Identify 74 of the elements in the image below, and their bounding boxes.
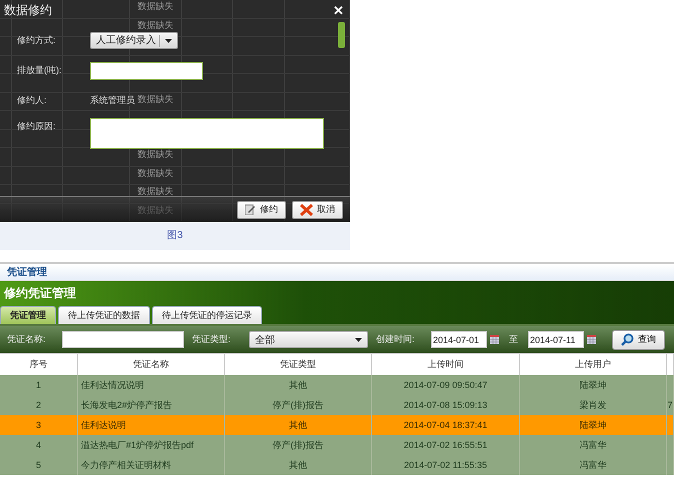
field-label: 排放量(吨): — [17, 64, 62, 76]
table-cell: 长海发电2#炉停产报告 — [78, 395, 225, 415]
table-cell: 2014-07-02 16:55:51 — [372, 435, 520, 455]
tab[interactable]: 待上传凭证的停运记录 — [152, 306, 262, 324]
table-cell: 4 — [0, 435, 78, 455]
tab[interactable]: 待上传凭证的数据 — [58, 306, 150, 324]
table-cell: 冯富华 — [520, 455, 667, 475]
close-button[interactable]: ✕ — [333, 2, 344, 18]
caret-icon — [165, 38, 172, 42]
panel-title: 修约凭证管理 — [4, 285, 76, 302]
table-cell: 数据缺失 — [138, 168, 174, 178]
field-label: 创建时间: — [376, 333, 416, 346]
tab[interactable]: 凭证管理 — [0, 306, 56, 324]
table-cell: 其他 — [225, 375, 372, 395]
table-cell: 陆翠坤 — [520, 375, 667, 395]
table-cell: 2014-07-08 15:09:13 — [372, 395, 520, 415]
field-label: 修约方式: — [17, 34, 57, 46]
table-cell: 冯富华 — [520, 435, 667, 455]
table-cell: 佳利达说明 — [78, 415, 225, 435]
table-cell: 2014-07-09 09:50:47 — [372, 375, 520, 395]
table-cell: 3 — [0, 415, 78, 435]
table-cell: 数据缺失 — [138, 94, 174, 104]
table-cell: 2014-07-02 11:55:35 — [372, 455, 520, 475]
column-header: 凭证名称 — [78, 353, 225, 375]
field-label: 凭证名称: — [7, 333, 47, 346]
input-field[interactable] — [90, 62, 203, 80]
calendar-icon[interactable] — [490, 335, 499, 344]
column-header: 序号 — [0, 353, 78, 375]
breadcrumb: 凭证管理 — [7, 266, 47, 279]
close-icon — [300, 204, 313, 216]
calendar-icon[interactable] — [587, 335, 596, 344]
table-cell: 数据缺失 — [138, 20, 174, 30]
table-cell: 其他 — [225, 455, 372, 475]
table-cell: 数据缺失 — [138, 186, 174, 196]
dialog-title: 数据修约 — [4, 2, 52, 18]
caret-icon — [355, 338, 362, 342]
table-cell: 数据缺失 — [138, 1, 174, 11]
table-cell: 溢达热电厂#1炉停炉报告pdf — [78, 435, 225, 455]
search-icon — [621, 333, 634, 346]
type-select[interactable]: 全部 — [249, 331, 368, 348]
table-cell: 1 — [0, 375, 78, 395]
table-cell: 今力停产相关证明材料 — [78, 455, 225, 475]
range-label: 至 — [509, 333, 519, 346]
table-cell: 7 — [667, 395, 674, 415]
table-cell: 数据缺失 — [138, 149, 174, 159]
table-cell — [667, 375, 674, 395]
date-field[interactable]: 2014-07-11 — [528, 331, 584, 348]
table-cell: 其他 — [225, 415, 372, 435]
table-cell: 2014-07-04 18:37:41 — [372, 415, 520, 435]
column-header — [667, 353, 674, 375]
date-field[interactable]: 2014-07-01 — [431, 331, 487, 348]
scrollbar-thumb[interactable] — [338, 22, 345, 48]
table-cell: 2 — [0, 395, 78, 415]
column-header: 上传时间 — [372, 353, 520, 375]
operator-name: 系统管理员 — [90, 95, 135, 106]
edit-button[interactable]: 修约 — [237, 200, 286, 218]
table-cell: 5 — [0, 455, 78, 475]
field-label: 修约原因: — [17, 120, 57, 132]
reason-field[interactable] — [90, 118, 324, 149]
column-header: 凭证类型 — [225, 353, 372, 375]
table-cell: 陆翠坤 — [520, 415, 667, 435]
method-select[interactable]: 人工修约录入 — [90, 32, 178, 49]
column-header: 上传用户 — [520, 353, 667, 375]
pencil-icon — [245, 204, 256, 215]
search-button[interactable]: 查询 — [612, 330, 665, 350]
table-cell: 停产(排)报告 — [225, 395, 372, 415]
field-label: 凭证类型: — [192, 333, 232, 346]
cancel-button[interactable]: 取消 — [292, 200, 343, 218]
table-cell: 梁肖发 — [520, 395, 667, 415]
name-field[interactable] — [62, 331, 184, 348]
figure-caption: 图3 — [167, 230, 183, 242]
field-label: 修约人: — [17, 94, 48, 106]
table-cell: 佳利达情况说明 — [78, 375, 225, 395]
table-cell: 停产(排)报告 — [225, 435, 372, 455]
